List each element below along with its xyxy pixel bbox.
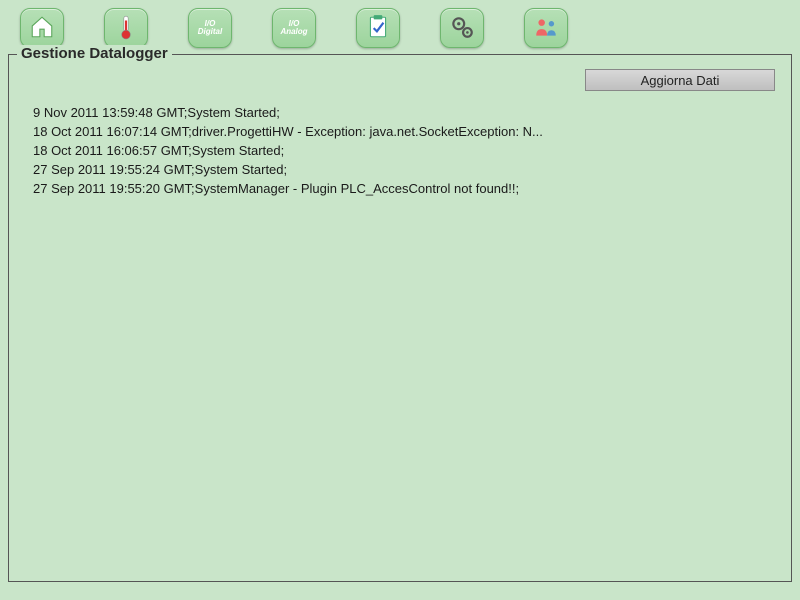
home-icon <box>29 14 55 42</box>
users-icon <box>533 14 559 42</box>
datalogger-panel: Gestione Datalogger Aggiorna Dati 9 Nov … <box>8 54 792 582</box>
thermometer-icon <box>113 14 139 42</box>
log-line: 27 Sep 2011 19:55:20 GMT;SystemManager -… <box>33 179 767 198</box>
log-line: 9 Nov 2011 13:59:48 GMT;System Started; <box>33 103 767 122</box>
io-analog-button[interactable]: I/O Analog <box>272 8 316 48</box>
log-area: 9 Nov 2011 13:59:48 GMT;System Started; … <box>25 99 775 202</box>
users-button[interactable] <box>524 8 568 48</box>
panel-title: Gestione Datalogger <box>17 45 172 62</box>
refresh-row: Aggiorna Dati <box>25 69 775 91</box>
datalogger-button[interactable] <box>356 8 400 48</box>
temperature-button[interactable] <box>104 8 148 48</box>
settings-button[interactable] <box>440 8 484 48</box>
log-line: 18 Oct 2011 16:07:14 GMT;driver.Progetti… <box>33 122 767 141</box>
refresh-button[interactable]: Aggiorna Dati <box>585 69 775 91</box>
io-analog-label2: Analog <box>280 28 307 36</box>
log-line: 27 Sep 2011 19:55:24 GMT;System Started; <box>33 160 767 179</box>
home-button[interactable] <box>20 8 64 48</box>
log-line: 18 Oct 2011 16:06:57 GMT;System Started; <box>33 141 767 160</box>
refresh-button-label: Aggiorna Dati <box>641 73 720 88</box>
io-digital-label2: Digital <box>198 28 222 36</box>
clipboard-icon <box>365 14 391 42</box>
gears-icon <box>449 14 475 42</box>
io-digital-button[interactable]: I/O Digital <box>188 8 232 48</box>
